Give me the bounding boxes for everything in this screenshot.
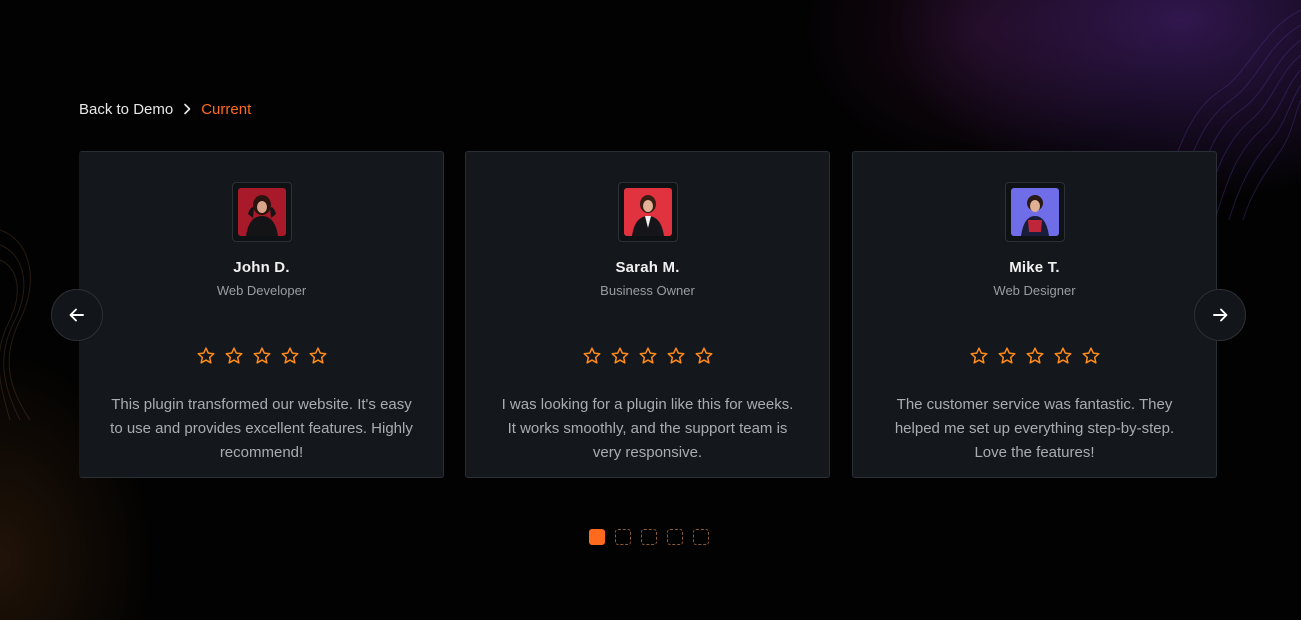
pagination-dot-4[interactable] bbox=[667, 529, 683, 545]
testimonial-text: The customer service was fantastic. They… bbox=[894, 396, 1175, 461]
testimonial-name: Sarah M. bbox=[615, 259, 680, 276]
pagination-dot-1[interactable] bbox=[589, 529, 605, 545]
star-icon bbox=[1026, 347, 1043, 364]
star-icon bbox=[695, 347, 712, 364]
star-icon bbox=[970, 347, 987, 364]
avatar bbox=[1004, 182, 1065, 242]
star-icon bbox=[1054, 347, 1071, 364]
avatar-photo-mike bbox=[1010, 188, 1059, 236]
star-rating bbox=[853, 346, 1216, 366]
testimonial-role: Business Owner bbox=[600, 283, 695, 298]
star-icon bbox=[611, 347, 628, 364]
pagination-dot-2[interactable] bbox=[615, 529, 631, 545]
pagination-dot-5[interactable] bbox=[693, 529, 709, 545]
star-icon bbox=[253, 347, 270, 364]
arrow-right-icon bbox=[1213, 308, 1228, 322]
star-icon bbox=[197, 347, 214, 364]
next-slide-button[interactable] bbox=[1194, 289, 1246, 341]
star-icon bbox=[281, 347, 298, 364]
pagination-dots bbox=[589, 529, 709, 545]
testimonial-card: Mike T. Web Designer The customer servic… bbox=[852, 151, 1217, 478]
arrow-left-icon bbox=[69, 308, 84, 322]
avatar-photo-john bbox=[237, 188, 286, 236]
star-icon bbox=[639, 347, 656, 364]
chevron-right-icon bbox=[179, 101, 195, 117]
pagination-dot-3[interactable] bbox=[641, 529, 657, 545]
testimonial-role: Web Designer bbox=[993, 283, 1076, 298]
avatar bbox=[231, 182, 292, 242]
star-rating bbox=[80, 346, 443, 366]
avatar-photo-sarah bbox=[623, 188, 672, 236]
breadcrumb-back-to-demo-link[interactable]: Back to Demo bbox=[79, 101, 173, 118]
star-icon bbox=[1082, 347, 1099, 364]
testimonial-card: Sarah M. Business Owner I was looking fo… bbox=[465, 151, 830, 478]
testimonial-role: Web Developer bbox=[216, 283, 307, 298]
previous-slide-button[interactable] bbox=[51, 289, 103, 341]
star-icon bbox=[998, 347, 1015, 364]
star-icon bbox=[583, 347, 600, 364]
testimonial-name: Mike T. bbox=[1009, 259, 1060, 276]
testimonial-slider-page: Back to Demo Current John D. Web Develop… bbox=[0, 0, 1301, 620]
star-icon bbox=[667, 347, 684, 364]
breadcrumb: Back to Demo Current bbox=[79, 99, 251, 119]
testimonial-text: This plugin transformed our website. It'… bbox=[110, 396, 413, 461]
star-rating bbox=[466, 346, 829, 366]
testimonial-text: I was looking for a plugin like this for… bbox=[501, 396, 794, 461]
avatar bbox=[617, 182, 678, 242]
breadcrumb-current: Current bbox=[201, 100, 252, 118]
testimonial-card: John D. Web Developer This plugin transf… bbox=[79, 151, 444, 478]
star-icon bbox=[225, 347, 242, 364]
star-icon bbox=[309, 347, 326, 364]
testimonial-name: John D. bbox=[233, 259, 290, 276]
